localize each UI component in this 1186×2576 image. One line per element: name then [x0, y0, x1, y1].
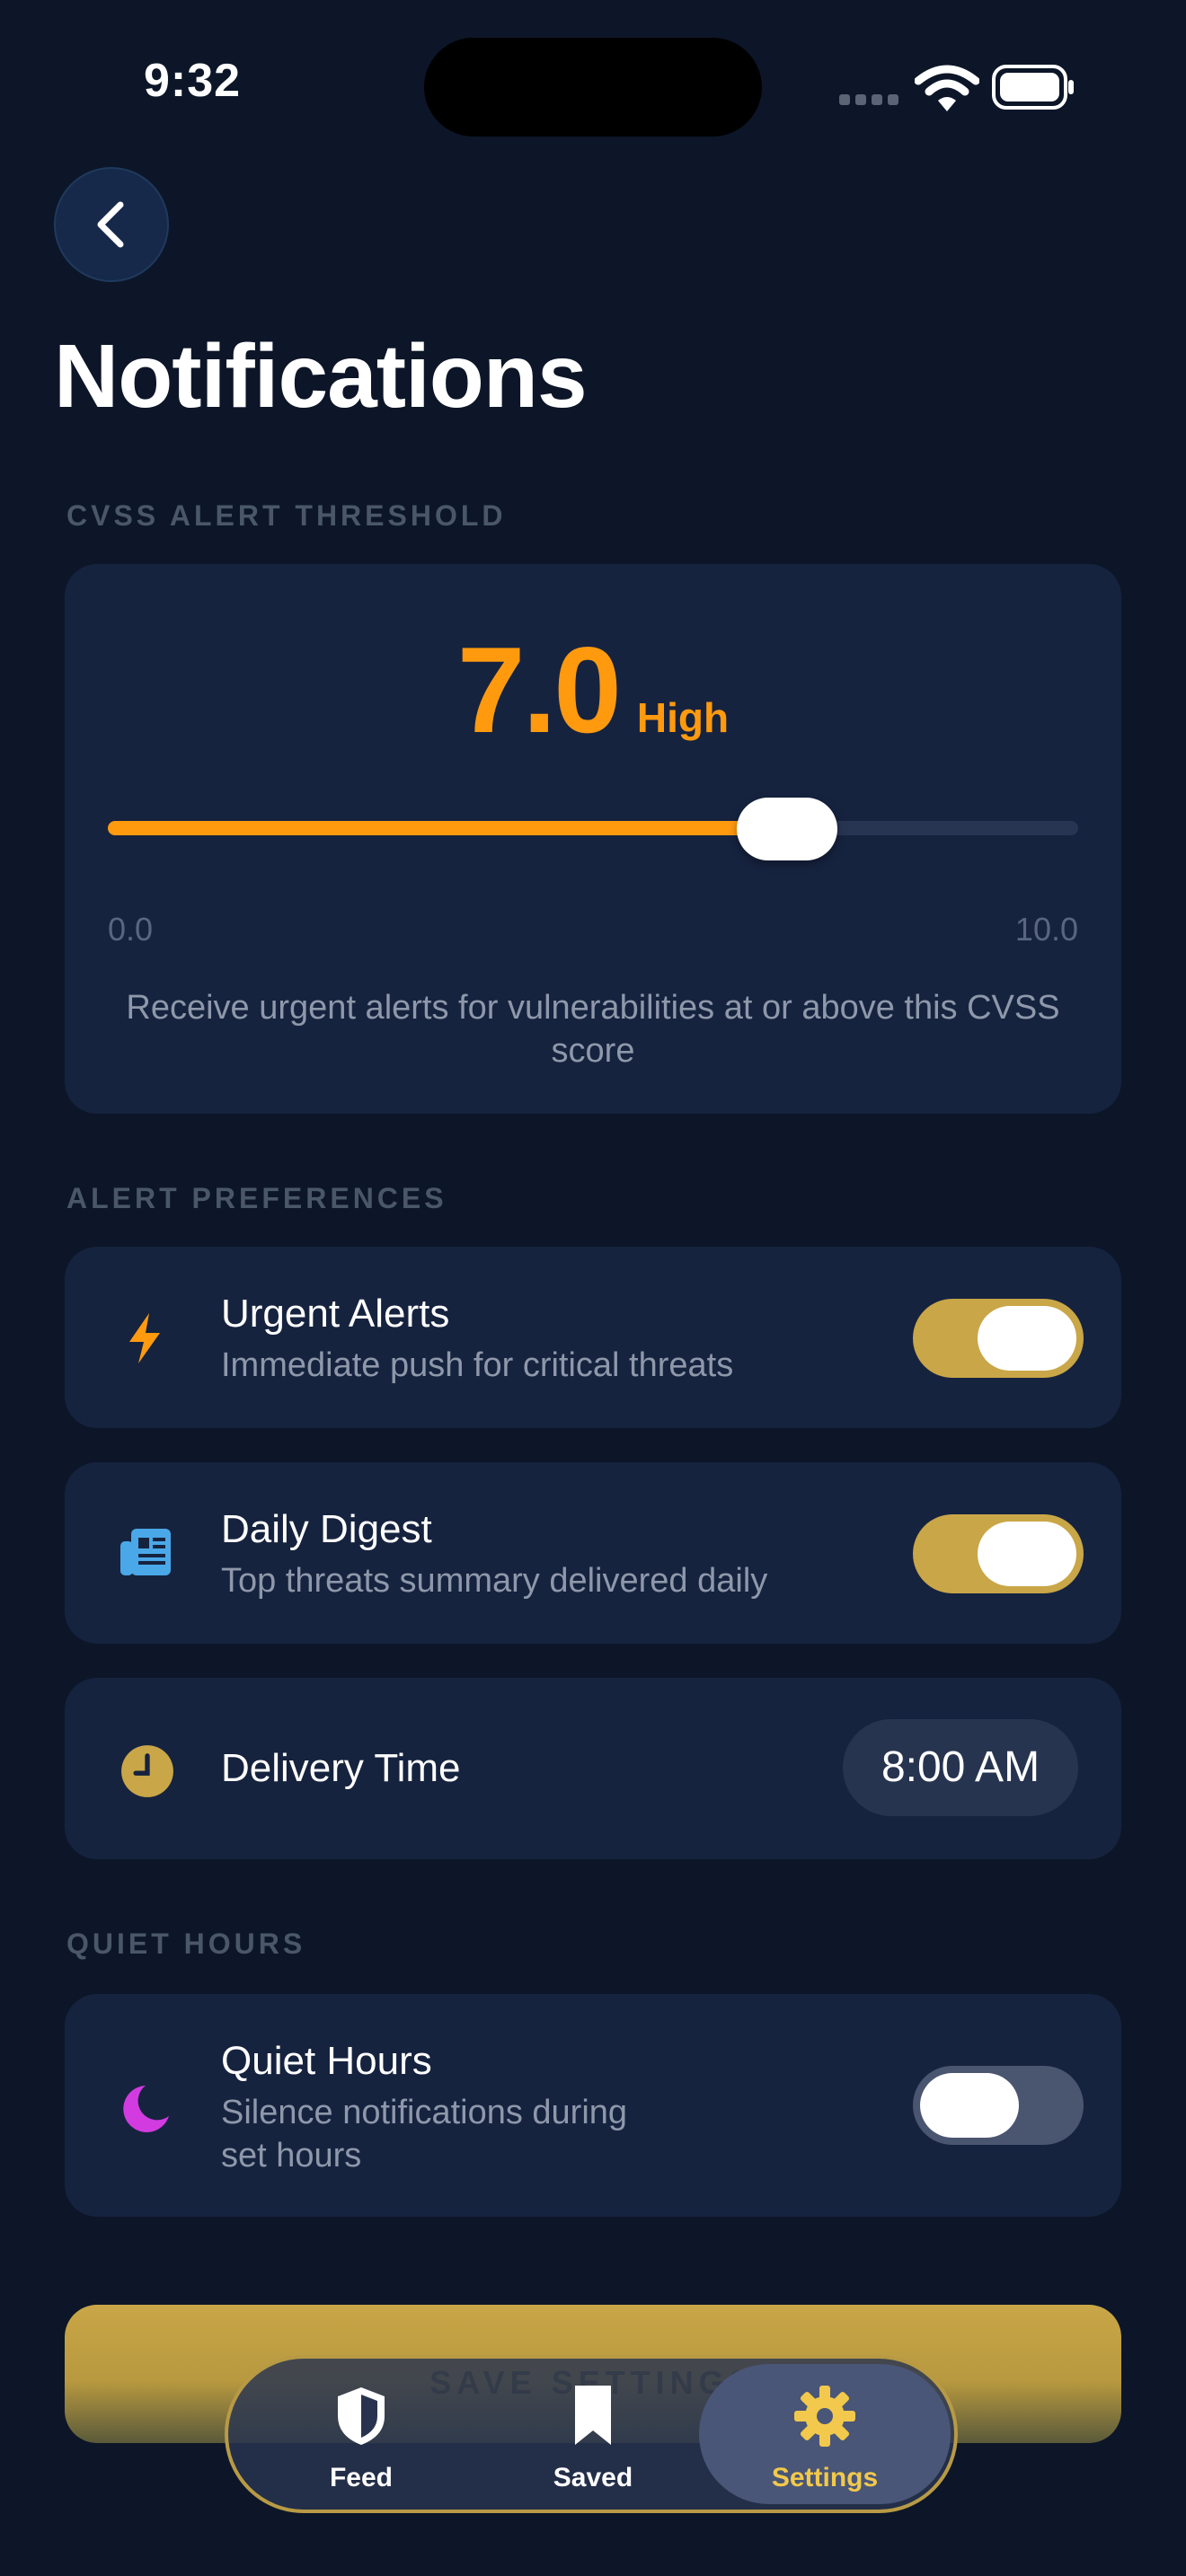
severity-label: High: [636, 694, 730, 741]
moon-icon: [123, 2086, 169, 2132]
tab-settings[interactable]: Settings: [726, 2380, 924, 2497]
battery-icon: [992, 65, 1074, 110]
section-label-alert-prefs: ALERT PREFERENCES: [66, 1182, 447, 1214]
threshold-value: 7.0: [456, 622, 622, 758]
threshold-description: Receive urgent alerts for vulnerabilitie…: [126, 989, 1060, 1070]
chevron-left-icon: [97, 201, 124, 248]
tab-feed-label: Feed: [329, 2463, 394, 2492]
threshold-slider-thumb[interactable]: [737, 798, 837, 860]
quiet-hours-subtitle-line2: set hours: [221, 2137, 362, 2175]
threshold-score: 7.0 High: [0, 620, 1186, 760]
tab-feed[interactable]: Feed: [262, 2380, 460, 2497]
daily-digest-toggle[interactable]: [913, 1514, 1084, 1593]
status-time: 9:32: [144, 55, 242, 107]
section-label-threshold: CVSS ALERT THRESHOLD: [66, 499, 507, 532]
delivery-time-title: Delivery Time: [221, 1746, 461, 1790]
threshold-slider-fill: [108, 821, 787, 835]
toggle-knob: [920, 2073, 1019, 2138]
dynamic-island: [424, 38, 762, 137]
clock-icon: [121, 1745, 173, 1797]
shield-icon: [338, 2387, 385, 2445]
tab-settings-label: Settings: [771, 2463, 879, 2492]
newspaper-icon: [120, 1529, 171, 1575]
quiet-hours-title: Quiet Hours: [221, 2039, 432, 2083]
cellular-signal-icon: [839, 93, 904, 110]
slider-min-label: 0.0: [108, 911, 154, 948]
delivery-time-picker[interactable]: 8:00 AM: [843, 1719, 1078, 1816]
slider-max-label: 10.0: [1014, 911, 1078, 948]
urgent-alerts-title: Urgent Alerts: [221, 1292, 450, 1336]
urgent-alerts-toggle[interactable]: [913, 1299, 1084, 1378]
toggle-knob: [978, 1522, 1076, 1586]
bookmark-icon: [575, 2386, 611, 2445]
bolt-icon: [129, 1313, 160, 1363]
quiet-hours-toggle[interactable]: [913, 2066, 1084, 2145]
tab-saved-label: Saved: [553, 2463, 633, 2492]
toggle-knob: [978, 1306, 1076, 1371]
back-button[interactable]: [54, 167, 169, 282]
section-label-quiet-hours: QUIET HOURS: [66, 1928, 306, 1960]
tab-saved[interactable]: Saved: [494, 2380, 692, 2497]
page-title: Notifications: [54, 326, 588, 427]
daily-digest-title: Daily Digest: [221, 1507, 432, 1551]
wifi-icon: [915, 65, 979, 111]
quiet-hours-subtitle-line1: Silence notifications during: [221, 2094, 628, 2131]
urgent-alerts-subtitle: Immediate push for critical threats: [221, 1346, 734, 1384]
gear-icon: [794, 2386, 855, 2447]
daily-digest-subtitle: Top threats summary delivered daily: [221, 1562, 768, 1600]
